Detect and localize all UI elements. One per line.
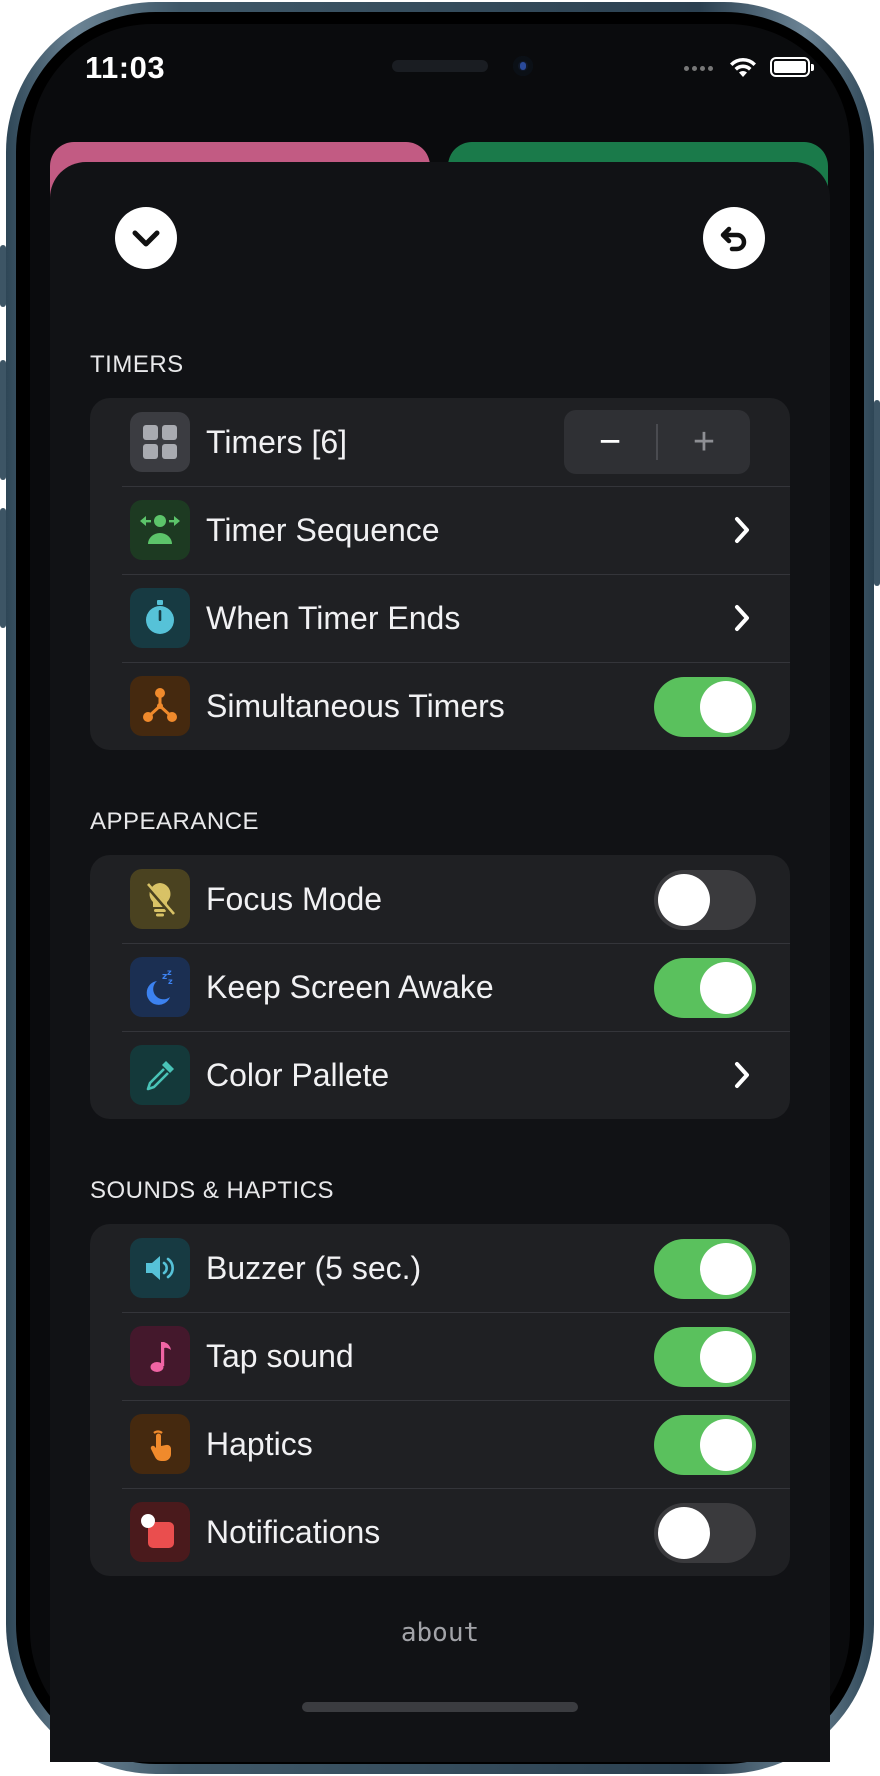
collapse-button[interactable] (115, 207, 177, 269)
status-time: 11:03 (85, 50, 166, 85)
simultaneous-timers-row: Simultaneous Timers (90, 662, 790, 750)
silent-switch (0, 245, 6, 307)
keep-screen-awake-label: Keep Screen Awake (206, 969, 494, 1005)
keep-screen-awake-row: z z z Keep Screen Awake (90, 943, 790, 1031)
power-button (874, 400, 880, 586)
battery-icon (770, 57, 814, 77)
toggle-knob (700, 1243, 752, 1295)
timer-sequence-row[interactable]: Timer Sequence (90, 486, 790, 574)
wifi-icon (730, 57, 756, 77)
appearance-group: Focus Mode z z z Keep Screen Awake Color… (90, 855, 790, 1119)
hand-tap-icon (130, 1414, 190, 1474)
notifications-row: Notifications (90, 1488, 790, 1576)
plus-icon: + (692, 421, 716, 463)
about-link[interactable]: about (0, 1618, 880, 1648)
stepper-plus-button[interactable]: + (658, 410, 750, 474)
notifications-toggle[interactable] (654, 1503, 756, 1563)
buzzer-toggle[interactable] (654, 1239, 756, 1299)
when-timer-ends-label: When Timer Ends (206, 600, 461, 636)
volume-up-button (0, 360, 6, 480)
chevron-right-icon (735, 605, 749, 631)
timers-group: Timers [6] − + Timer Sequence When Timer… (90, 398, 790, 750)
nodes-icon (130, 676, 190, 736)
svg-text:z: z (168, 977, 173, 986)
undo-icon (720, 226, 747, 252)
chevron-down-icon (132, 230, 160, 247)
stepper-minus-button[interactable]: − (564, 410, 656, 474)
volume-down-button (0, 508, 6, 628)
when-timer-ends-row[interactable]: When Timer Ends (90, 574, 790, 662)
simultaneous-timers-toggle[interactable] (654, 677, 756, 737)
cellular-signal-icon (684, 58, 716, 76)
toggle-knob (658, 1507, 710, 1559)
stopwatch-icon (130, 588, 190, 648)
toggle-knob (700, 1419, 752, 1471)
section-header-appearance: APPEARANCE (90, 808, 260, 835)
timers-stepper: − + (564, 410, 750, 474)
haptics-label: Haptics (206, 1426, 313, 1462)
timers-count-row: Timers [6] − + (90, 398, 790, 486)
minus-icon: − (598, 421, 622, 463)
notifications-label: Notifications (206, 1514, 381, 1550)
haptics-toggle[interactable] (654, 1415, 756, 1475)
reset-button[interactable] (703, 207, 765, 269)
toggle-knob (700, 1331, 752, 1383)
toggle-knob (658, 874, 710, 926)
status-icons (684, 55, 814, 79)
timers-count-label: Timers [6] (206, 424, 348, 460)
toggle-knob (700, 681, 752, 733)
timer-sequence-label: Timer Sequence (206, 512, 440, 548)
haptics-row: Haptics (90, 1400, 790, 1488)
tap-sound-row: Tap sound (90, 1312, 790, 1400)
speaker-grille (392, 60, 488, 72)
buzzer-row: Buzzer (5 sec.) (90, 1224, 790, 1312)
svg-text:z: z (167, 968, 172, 977)
section-header-sounds-haptics: SOUNDS & HAPTICS (90, 1177, 335, 1204)
home-indicator[interactable] (302, 1702, 578, 1712)
speaker-wave-icon (130, 1238, 190, 1298)
sounds-haptics-group: Buzzer (5 sec.) Tap sound Haptics Notifi… (90, 1224, 790, 1576)
focus-mode-label: Focus Mode (206, 881, 383, 917)
tap-sound-label: Tap sound (206, 1338, 354, 1374)
toggle-knob (700, 962, 752, 1014)
lightbulb-slash-icon (130, 869, 190, 929)
section-header-timers: TIMERS (90, 351, 184, 378)
front-camera (513, 56, 533, 76)
chevron-right-icon (735, 1062, 749, 1088)
tap-sound-toggle[interactable] (654, 1327, 756, 1387)
color-pallete-row[interactable]: Color Pallete (90, 1031, 790, 1119)
music-note-icon (130, 1326, 190, 1386)
grid-icon (130, 412, 190, 472)
buzzer-label: Buzzer (5 sec.) (206, 1250, 422, 1286)
keep-screen-awake-toggle[interactable] (654, 958, 756, 1018)
person-arrows-icon (130, 500, 190, 560)
focus-mode-toggle[interactable] (654, 870, 756, 930)
chevron-right-icon (735, 517, 749, 543)
simultaneous-timers-label: Simultaneous Timers (206, 688, 505, 724)
moon-zzz-icon: z z z (130, 957, 190, 1017)
app-badge-icon (130, 1502, 190, 1562)
color-pallete-label: Color Pallete (206, 1057, 390, 1093)
focus-mode-row: Focus Mode (90, 855, 790, 943)
eyedropper-icon (130, 1045, 190, 1105)
